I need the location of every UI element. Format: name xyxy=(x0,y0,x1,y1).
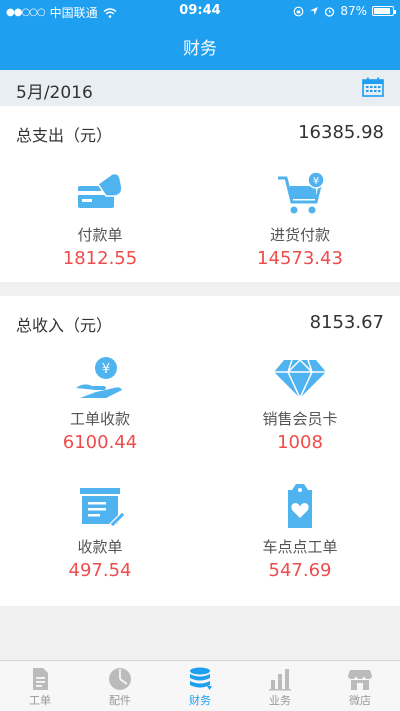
cart-yen-icon: ¥ xyxy=(278,171,325,214)
tab-label: 财务 xyxy=(189,694,211,707)
tab-workorder[interactable]: 工单 xyxy=(0,661,80,711)
page-title: 财务 xyxy=(183,39,217,59)
tab-parts[interactable]: 配件 xyxy=(80,661,160,711)
diamond-icon xyxy=(274,359,326,400)
svg-text:¥: ¥ xyxy=(102,362,110,377)
heart-tag-icon xyxy=(288,484,312,528)
expense-item-value: 14573.43 xyxy=(257,248,343,269)
tab-bar: 工单 配件 财务 业务 微店 xyxy=(0,660,400,711)
expense-item-name: 付款单 xyxy=(77,226,123,244)
rotation-lock-icon xyxy=(293,6,304,16)
tab-business[interactable]: 业务 xyxy=(240,661,320,711)
income-item-name: 收款单 xyxy=(77,538,123,556)
expense-item-name: 进货付款 xyxy=(269,226,330,244)
tab-finance[interactable]: 财务 xyxy=(160,661,240,711)
battery-percent: 87% xyxy=(340,4,367,18)
hand-yen-icon: ¥ xyxy=(76,357,122,398)
income-total: 8153.67 xyxy=(309,312,384,333)
income-item-name: 销售会员卡 xyxy=(262,410,338,428)
expense-item-purchase[interactable]: ¥ 进货付款 14573.43 xyxy=(200,170,400,269)
month-bar: 5月/2016 xyxy=(0,70,400,106)
income-item-name: 工单收款 xyxy=(69,410,130,428)
top-bar: ●●○○○ 中国联通 09:44 87% 财务 xyxy=(0,0,400,70)
expense-card: 总支出（元） 16385.98 付款单 1812.55 ¥ 进货付款 14573… xyxy=(0,106,400,282)
location-icon xyxy=(310,7,319,15)
battery-icon xyxy=(372,6,396,16)
svg-text:¥: ¥ xyxy=(313,176,319,187)
expense-item-payment[interactable]: 付款单 1812.55 xyxy=(0,170,200,269)
clock-pie-icon xyxy=(109,668,131,690)
month-label[interactable]: 5月/2016 xyxy=(16,78,93,103)
income-item-receipt[interactable]: 收款单 497.54 xyxy=(0,482,200,581)
status-bar: ●●○○○ 中国联通 09:44 87% xyxy=(0,0,400,22)
document-icon xyxy=(33,668,48,690)
alarm-icon xyxy=(325,6,335,17)
expense-item-value: 1812.55 xyxy=(62,248,138,269)
tab-shop[interactable]: 微店 xyxy=(320,661,400,711)
coin-stack-icon xyxy=(190,667,212,690)
income-item-value: 547.69 xyxy=(268,560,332,581)
income-item-chediandian[interactable]: 车点点工单 547.69 xyxy=(200,482,400,581)
calendar-icon[interactable] xyxy=(362,77,384,97)
income-item-membercard[interactable]: 销售会员卡 1008 xyxy=(200,354,400,453)
income-item-workorder[interactable]: ¥ 工单收款 6100.44 xyxy=(0,354,200,453)
shop-icon xyxy=(348,670,372,690)
income-item-value: 6100.44 xyxy=(62,432,138,453)
card-payment-icon xyxy=(78,172,123,208)
receipt-box-icon xyxy=(80,488,126,528)
income-item-value: 1008 xyxy=(277,432,323,453)
expense-label: 总支出（元） xyxy=(16,126,113,145)
tab-label: 业务 xyxy=(269,694,291,707)
tab-label: 微店 xyxy=(349,694,371,707)
bar-chart-icon xyxy=(269,669,291,691)
expense-total: 16385.98 xyxy=(298,122,384,143)
income-item-value: 497.54 xyxy=(68,560,132,581)
tab-label: 配件 xyxy=(109,694,131,707)
tab-label: 工单 xyxy=(29,694,51,707)
income-label: 总收入（元） xyxy=(16,316,113,335)
income-card: 总收入（元） 8153.67 ¥ 工单收款 6100.44 销售会员卡 1008… xyxy=(0,296,400,606)
income-item-name: 车点点工单 xyxy=(262,538,338,556)
